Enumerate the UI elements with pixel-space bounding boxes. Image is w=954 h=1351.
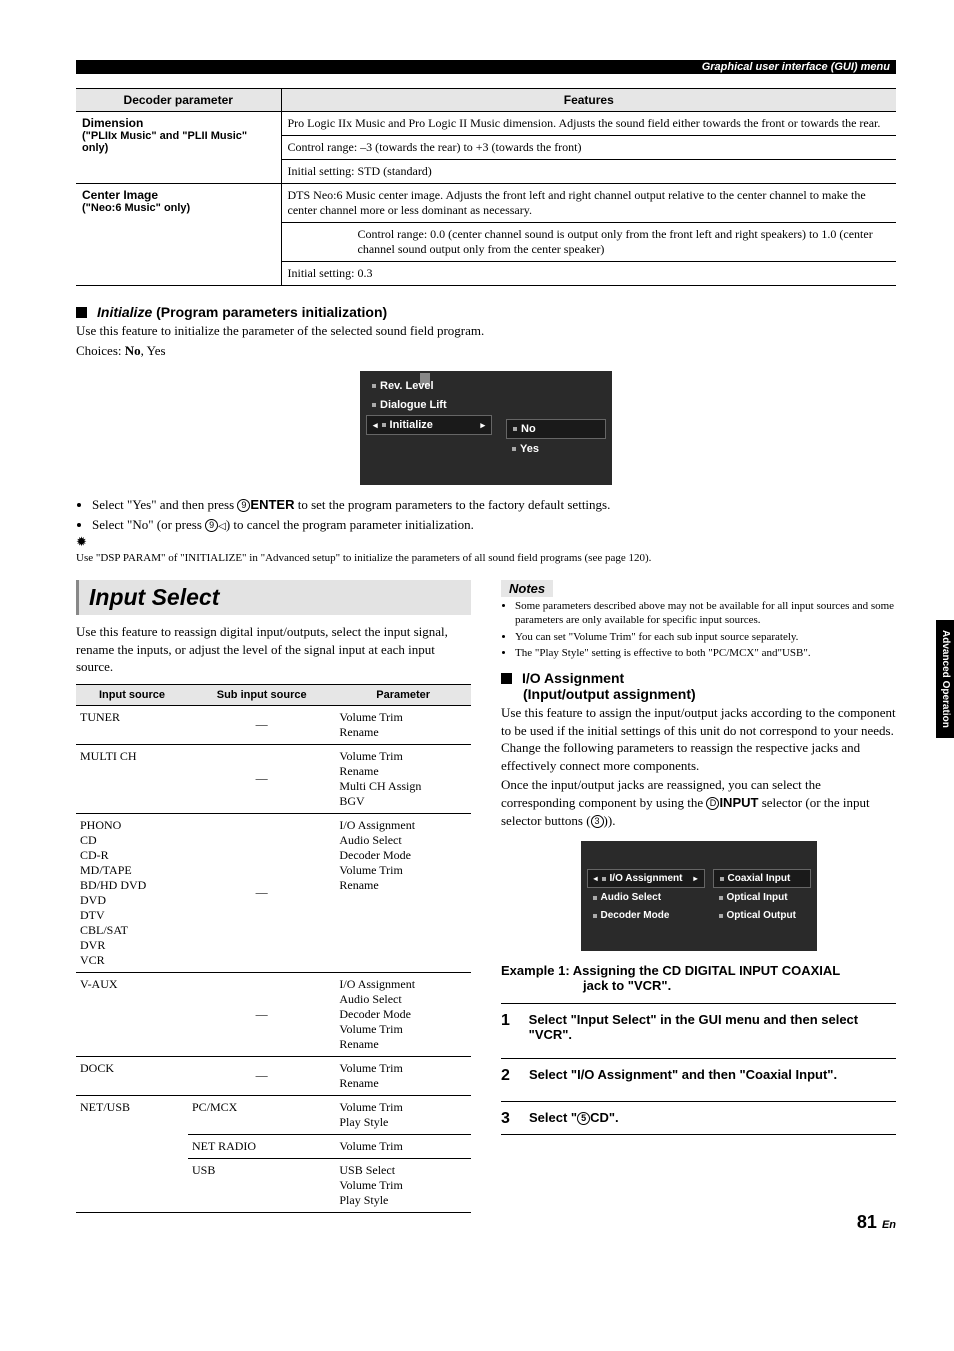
t1-centerimage-init: Initial setting: 0.3 xyxy=(281,262,896,286)
menu-item-decoder-mode: Decoder Mode xyxy=(587,907,705,924)
t2-h1: Input source xyxy=(76,684,188,705)
tip-icon xyxy=(76,534,896,550)
table-row: MULTI CH — Volume Trim Rename Multi CH A… xyxy=(76,744,471,813)
menu-item-rev-level: Rev. Level xyxy=(366,377,492,395)
circled-9-icon: 9 xyxy=(205,519,218,532)
t1-dimension-range: Control range: –3 (towards the rear) to … xyxy=(281,136,896,160)
menu-option-no: No xyxy=(506,419,606,439)
t1-param-dimension: Dimension ("PLIIx Music" and "PLII Music… xyxy=(76,112,281,184)
header-strip-text: Graphical user interface (GUI) menu xyxy=(702,61,890,73)
menu-item-audio-select: Audio Select xyxy=(587,889,705,906)
circled-9-icon: 9 xyxy=(237,499,250,512)
note-3: The "Play Style" setting is effective to… xyxy=(515,646,896,660)
step-num-1: 1 xyxy=(501,1012,515,1030)
left-arrow-icon xyxy=(218,517,226,532)
t1-header-2: Features xyxy=(281,89,896,112)
t1-param-centerimage: Center Image ("Neo:6 Music" only) xyxy=(76,184,281,286)
table-row: TUNER — Volume Trim Rename xyxy=(76,705,471,744)
tip-text: Use "DSP PARAM" of "INITIALIZE" in "Adva… xyxy=(76,552,896,564)
step-3: 3 Select "5CD". xyxy=(501,1101,896,1135)
circled-5-icon: 5 xyxy=(577,1112,590,1125)
page-number: 81 En xyxy=(857,1212,896,1233)
input-select-table: Input source Sub input source Parameter … xyxy=(76,684,471,1213)
circled-d-icon: D xyxy=(706,797,719,810)
menu-option-optical-in: Optical Input xyxy=(713,889,811,906)
step-num-3: 3 xyxy=(501,1110,515,1128)
input-select-heading: Input Select xyxy=(76,580,471,615)
io-menu-screenshot: ◂I/O Assignment▸ Audio Select Decoder Mo… xyxy=(581,841,817,951)
decoder-parameter-table: Decoder parameter Features Dimension ("P… xyxy=(76,88,896,286)
table-row: DOCK — Volume Trim Rename xyxy=(76,1056,471,1095)
square-bullet-icon xyxy=(76,307,87,318)
initialize-heading: Initialize (Program parameters initializ… xyxy=(76,304,896,320)
t1-centerimage-range: Control range: 0.0 (center channel sound… xyxy=(281,223,896,262)
bullet-no: Select "No" (or press 9) to cancel the p… xyxy=(92,515,896,535)
initialize-choices: Choices: No, Yes xyxy=(76,342,896,360)
input-select-desc: Use this feature to reassign digital inp… xyxy=(76,623,471,676)
table-row: V-AUX — I/O Assignment Audio Select Deco… xyxy=(76,972,471,1056)
notes-label: Notes xyxy=(501,580,553,597)
right-column: Notes Some parameters described above ma… xyxy=(501,580,896,1213)
notes-list: Some parameters described above may not … xyxy=(501,599,896,660)
bullet-yes: Select "Yes" and then press 9ENTER to se… xyxy=(92,495,896,515)
initialize-menu-screenshot: Rev. Level Dialogue Lift ◂Initialize▸ No… xyxy=(360,371,612,485)
t2-h3: Parameter xyxy=(335,684,471,705)
menu-item-dialogue-lift: Dialogue Lift xyxy=(366,396,492,414)
initialize-bullets: Select "Yes" and then press 9ENTER to se… xyxy=(76,495,896,534)
t1-centerimage-desc: DTS Neo:6 Music center image. Adjusts th… xyxy=(281,184,896,223)
step-1: 1 Select "Input Select" in the GUI menu … xyxy=(501,1003,896,1048)
t1-header-1: Decoder parameter xyxy=(76,89,281,112)
io-p2: Once the input/output jacks are reassign… xyxy=(501,776,896,829)
note-2: You can set "Volume Trim" for each sub i… xyxy=(515,630,896,644)
t1-dimension-init: Initial setting: STD (standard) xyxy=(281,160,896,184)
table-row: NET/USB PC/MCX Volume Trim Play Style xyxy=(76,1095,471,1134)
io-heading-2: (Input/output assignment) xyxy=(523,686,896,702)
header-strip: Graphical user interface (GUI) menu xyxy=(76,60,896,74)
left-column: Input Select Use this feature to reassig… xyxy=(76,580,471,1213)
t1-dimension-desc: Pro Logic IIx Music and Pro Logic II Mus… xyxy=(281,112,896,136)
menu-option-yes: Yes xyxy=(506,440,606,458)
square-bullet-icon xyxy=(501,673,512,684)
note-1: Some parameters described above may not … xyxy=(515,599,896,628)
t2-h2: Sub input source xyxy=(188,684,335,705)
io-heading: I/O Assignment xyxy=(501,670,896,686)
step-num-2: 2 xyxy=(501,1067,515,1085)
menu-option-optical-out: Optical Output xyxy=(713,907,811,924)
menu-option-coaxial: Coaxial Input xyxy=(713,869,811,888)
initialize-text-1: Use this feature to initialize the param… xyxy=(76,322,896,340)
menu-item-initialize: ◂Initialize▸ xyxy=(366,415,492,435)
example-heading: Example 1: Assigning the CD DIGITAL INPU… xyxy=(501,963,896,993)
io-p1: Use this feature to assign the input/out… xyxy=(501,704,896,774)
circled-3-icon: 3 xyxy=(591,815,604,828)
step-2: 2 Select "I/O Assignment" and then "Coax… xyxy=(501,1058,896,1091)
side-tab: Advanced Operation xyxy=(936,620,954,738)
table-row: PHONO CD CD-R MD/TAPE BD/HD DVD DVD DTV … xyxy=(76,813,471,972)
menu-item-io-assignment: ◂I/O Assignment▸ xyxy=(587,869,705,888)
